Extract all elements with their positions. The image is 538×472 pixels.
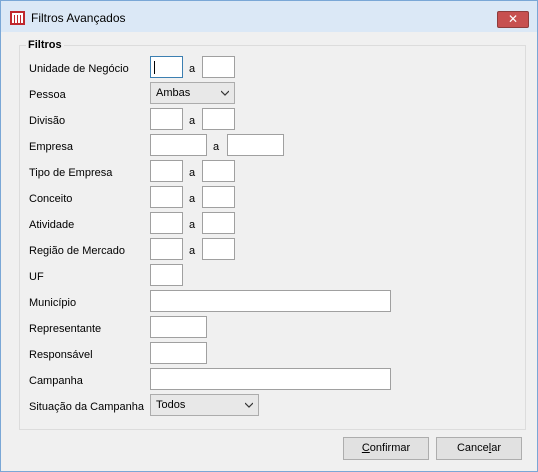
responsavel-input[interactable] [150,342,207,364]
label-divisao: Divisão [29,115,66,127]
chevron-down-icon [245,402,253,408]
municipio-input[interactable] [150,290,391,312]
separator-a: a [189,193,196,205]
separator-a: a [213,141,220,153]
situacao-campanha-select[interactable]: Todos [150,394,259,416]
pessoa-select[interactable]: Ambas [150,82,235,104]
label-conceito: Conceito [29,193,73,205]
atividade-from-input[interactable] [150,212,183,234]
filters-group-title: Filtros [26,39,64,51]
label-campanha: Campanha [29,375,83,387]
close-button[interactable]: ✕ [497,11,529,28]
pessoa-selected-value: Ambas [156,87,191,99]
separator-a: a [189,63,196,75]
tipo-empresa-to-input[interactable] [202,160,235,182]
label-responsavel: Responsável [29,349,93,361]
cancelar-button[interactable]: Cancelar [436,437,522,460]
label-representante: Representante [29,323,102,335]
empresa-to-input[interactable] [227,134,284,156]
confirmar-button[interactable]: Confirmar [343,437,429,460]
confirmar-label-rest: onfirmar [369,442,411,454]
app-logo-icon [10,11,25,25]
uf-input[interactable] [150,264,183,286]
cancelar-label-rest: ar [491,442,502,454]
situacao-selected-value: Todos [156,399,186,411]
campanha-input[interactable] [150,368,391,390]
empresa-from-input[interactable] [150,134,207,156]
separator-a: a [189,245,196,257]
confirmar-mnemonic: C [361,442,370,454]
representante-input[interactable] [150,316,207,338]
regiao-mercado-from-input[interactable] [150,238,183,260]
unidade-negocio-from-input[interactable] [150,56,183,78]
label-municipio: Município [29,297,77,309]
cancelar-label-prefix: Cance [456,442,489,454]
unidade-negocio-to-input[interactable] [202,56,235,78]
label-uf: UF [29,271,44,283]
atividade-to-input[interactable] [202,212,235,234]
label-pessoa: Pessoa [29,89,66,101]
conceito-from-input[interactable] [150,186,183,208]
text-caret [154,61,155,74]
chevron-down-icon [221,90,229,96]
label-atividade: Atividade [29,219,75,231]
label-unidade-negocio: Unidade de Negócio [29,63,129,75]
label-empresa: Empresa [29,141,74,153]
label-regiao-mercado: Região de Mercado [29,245,126,257]
separator-a: a [189,115,196,127]
separator-a: a [189,167,196,179]
window-title: Filtros Avançados [31,11,126,25]
divisao-to-input[interactable] [202,108,235,130]
conceito-to-input[interactable] [202,186,235,208]
regiao-mercado-to-input[interactable] [202,238,235,260]
tipo-empresa-from-input[interactable] [150,160,183,182]
title-bar[interactable]: Filtros Avançados ✕ [1,1,537,32]
label-situacao-campanha: Situação da Campanha [29,401,144,413]
label-tipo-empresa: Tipo de Empresa [29,167,113,179]
divisao-from-input[interactable] [150,108,183,130]
dialog-window: Filtros Avançados ✕ Filtros Unidade de N… [0,0,538,472]
separator-a: a [189,219,196,231]
